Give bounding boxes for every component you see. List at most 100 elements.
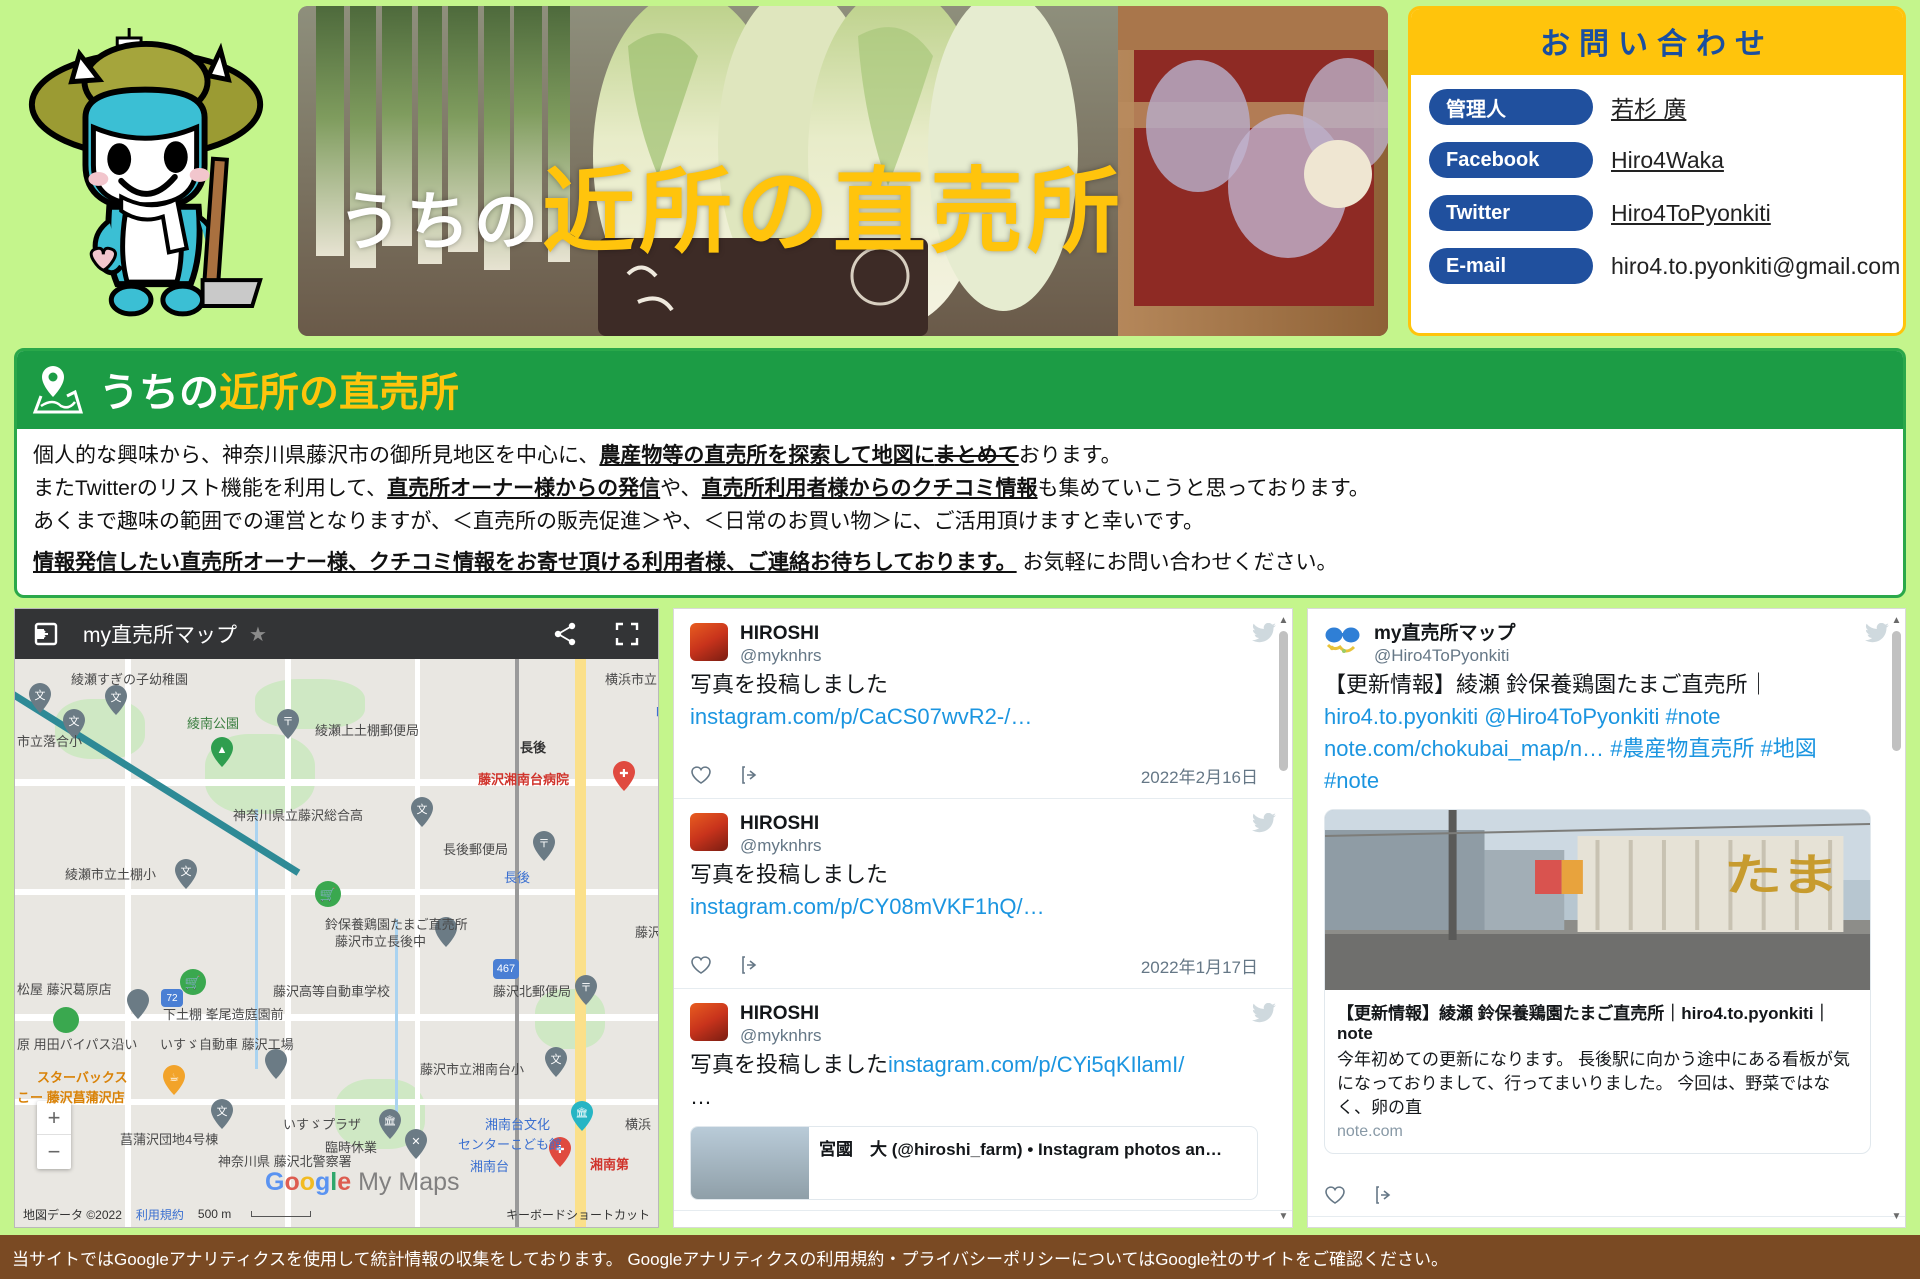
info-header: うちの近所の直売所 — [17, 351, 1903, 429]
scroll-thumb[interactable] — [1279, 631, 1288, 772]
like-icon[interactable] — [690, 764, 712, 786]
tweet-text: 写真を投稿しましたinstagram.com/p/CYi5qKIlamI/ … — [690, 1049, 1258, 1113]
banner-title-yellow: 近所の直売所 — [542, 160, 1124, 264]
like-icon[interactable] — [1324, 1184, 1346, 1206]
tweet-item[interactable]: my直売所マップ @Hiro4ToPyonkiti 【更新情報】綾瀬 鈴保養鶏園… — [1308, 609, 1905, 1218]
google-my-maps-widget[interactable]: my直売所マップ ★ 文 文 文 〒 ▲ ✚ 文 〒 文 🛒 🛒 〒 ☕ 文 文… — [14, 608, 659, 1229]
twitter-feed-hiroshi[interactable]: HIROSHI @myknhrs 写真を投稿しました instagram.com… — [673, 608, 1293, 1229]
info-line2-underline-2: 直売所利用者様からのクチコミ情報 — [701, 476, 1038, 500]
tweet-link-note[interactable]: note.com/chokubai_map/n… — [1324, 736, 1604, 761]
zoom-out-button[interactable]: − — [37, 1135, 71, 1169]
svg-text:🏛: 🏛 — [384, 1115, 397, 1127]
map-marker-post-office[interactable]: 〒 — [575, 975, 597, 1006]
map-marker-generic[interactable] — [127, 989, 149, 1020]
tweet-body: 写真を投稿しました — [690, 861, 889, 887]
logo-letter: G — [265, 1168, 285, 1197]
twitter-feed-mymap[interactable]: my直売所マップ @Hiro4ToPyonkiti 【更新情報】綾瀬 鈴保養鶏園… — [1307, 608, 1906, 1229]
map-marker-store[interactable]: 🛒 — [315, 881, 341, 908]
scroll-down-arrow[interactable]: ▼ — [1277, 1209, 1290, 1223]
tweet-hashtag-note[interactable]: #note — [1324, 768, 1379, 793]
avatar[interactable] — [690, 812, 728, 851]
map-place-label: 藤沢湘南台病院 — [478, 772, 570, 788]
contact-value-twitter: Hiro4ToPyonkiti — [1611, 200, 1771, 227]
tweet-author-name: my直売所マップ — [1374, 623, 1516, 645]
scroll-up-arrow[interactable]: ▲ — [1277, 613, 1290, 627]
feed-scrollbar[interactable]: ▲ ▼ — [1890, 613, 1903, 1223]
avatar[interactable] — [690, 623, 728, 662]
info-title: うちの近所の直売所 — [99, 360, 459, 418]
tweet-link[interactable]: instagram.com/p/CY08mVKF1hQ/… — [690, 894, 1045, 919]
svg-text:▲: ▲ — [217, 744, 228, 756]
map-marker-culture-center[interactable]: 🏛 — [571, 1101, 593, 1132]
scroll-thumb[interactable] — [1892, 631, 1901, 752]
map-marker-school[interactable]: 文 — [175, 859, 197, 890]
map-marker-generic[interactable] — [265, 1049, 287, 1080]
avatar[interactable] — [690, 1002, 728, 1041]
tweet-author-name: HIROSHI — [740, 1002, 820, 1024]
info-panel: うちの近所の直売所 個人的な興味から、神奈川県藤沢市の御所見地区を中心に、農産物… — [14, 348, 1906, 599]
star-icon[interactable]: ★ — [249, 622, 267, 647]
tweet-hashtags[interactable]: #農産物直売所 #地図 — [1610, 736, 1817, 761]
map-marker-post-office[interactable]: 〒 — [533, 831, 555, 862]
map-marker-hospital[interactable]: ✚ — [613, 761, 635, 792]
map-marker-generic[interactable]: ✕ — [405, 1129, 427, 1160]
twitter-link[interactable]: Hiro4ToPyonkiti — [1611, 200, 1771, 226]
open-in-new-icon[interactable] — [33, 621, 59, 647]
info-line2-mid: や、 — [660, 476, 702, 500]
contact-row-admin: 管理人 若杉 廣 — [1429, 89, 1885, 125]
tweet-header: HIROSHI @myknhrs — [690, 812, 1258, 857]
tweet-item[interactable]: HIROSHI @myknhrs 写真を投稿しました instagram.com… — [674, 799, 1292, 989]
tweet-item[interactable]: HIROSHI @myknhrs 写真を投稿しましたinstagram.com/… — [674, 989, 1292, 1212]
map-marker-school[interactable]: 文 — [29, 683, 51, 714]
scroll-down-arrow[interactable]: ▼ — [1890, 1209, 1903, 1223]
map-zoom-controls[interactable]: + − — [37, 1101, 71, 1170]
tweet-link-mention[interactable]: hiro4.to.pyonkiti @Hiro4ToPyonkiti #note — [1324, 704, 1721, 729]
tweet-link[interactable]: instagram.com/p/CYi5qKIlamI/ — [888, 1052, 1184, 1077]
map-marker-post-office[interactable]: 〒 — [277, 709, 299, 740]
map-marker-school[interactable]: 文 — [211, 1099, 233, 1130]
svg-text:🛒: 🛒 — [185, 975, 201, 990]
fullscreen-icon[interactable] — [614, 621, 640, 647]
twitter-bird-icon — [1252, 812, 1276, 833]
map-marker-cafe[interactable]: ☕ — [163, 1065, 185, 1096]
info-line4-underline: 情報発信したい直売所オーナー様、クチコミ情報をお寄せ頂ける利用者様、ご連絡お待ち… — [33, 551, 1017, 575]
tweet-item[interactable]: HIROSHI @myknhrs 写真を投稿しました instagram.com… — [674, 609, 1292, 799]
tweet-link[interactable]: instagram.com/p/CaCS07wvR2-/… — [690, 704, 1032, 729]
scroll-up-arrow[interactable]: ▲ — [1890, 613, 1903, 627]
map-terms-link[interactable]: 利用規約 — [136, 1206, 184, 1223]
share-tweet-icon[interactable] — [1374, 1184, 1396, 1206]
tweet-summary-card[interactable]: たま 【更新情報】綾瀬 鈴保養鶏園たまご直売所｜hiro4.to.pyonkit… — [1324, 808, 1871, 1155]
map-marker-school[interactable]: 文 — [545, 1047, 567, 1078]
share-icon[interactable] — [552, 621, 578, 647]
map-marker-school[interactable]: 文 — [105, 685, 127, 716]
share-tweet-icon[interactable] — [740, 954, 762, 976]
map-marker-park[interactable]: ▲ — [211, 737, 233, 768]
admin-link[interactable]: 若杉 廣 — [1611, 96, 1686, 122]
svg-text:☕: ☕ — [169, 1072, 179, 1084]
map-place-label: 藤沢市立湘南台小 — [420, 1062, 525, 1078]
share-tweet-icon[interactable] — [740, 764, 762, 786]
facebook-link[interactable]: Hiro4Waka — [1611, 147, 1724, 173]
contact-value-email: hiro4.to.pyonkiti@gmail.com — [1611, 252, 1901, 279]
map-place-label: 藤沢高等自動車学校 — [273, 984, 391, 1000]
svg-text:文: 文 — [417, 802, 428, 816]
map-marker-store[interactable] — [53, 1007, 79, 1034]
map-keyboard-shortcuts[interactable]: キーボードショートカット — [506, 1206, 650, 1223]
banner-title: うちの近所の直売所 — [338, 136, 1348, 271]
contact-row-twitter: Twitter Hiro4ToPyonkiti — [1429, 195, 1885, 231]
tweet-author-name: HIROSHI — [740, 623, 820, 645]
info-line2-a: またTwitterのリスト機能を利用して、 — [33, 476, 388, 500]
tweet-link-card[interactable]: 宮國 大 (@hiroshi_farm) • Instagram photos … — [690, 1126, 1258, 1201]
map-marker-museum[interactable]: 🏛 — [379, 1109, 401, 1140]
map-marker-school[interactable]: 文 — [411, 797, 433, 828]
avatar[interactable] — [1324, 623, 1362, 662]
info-line-1: 個人的な興味から、神奈川県藤沢市の御所見地区を中心に、農産物等の直売所を探索して… — [33, 441, 1887, 471]
like-icon[interactable] — [690, 954, 712, 976]
map-canvas[interactable]: 文 文 文 〒 ▲ ✚ 文 〒 文 🛒 🛒 〒 ☕ 文 文 🏛 � — [15, 659, 658, 1228]
contact-panel: お問い合わせ 管理人 若杉 廣 Facebook Hiro4Waka Twitt… — [1408, 6, 1906, 336]
tweet-body: 【更新情報】綾瀬 鈴保養鶏園たまご直売所｜ — [1324, 672, 1770, 698]
map-marker-store[interactable]: 🛒 — [180, 969, 206, 996]
contact-label-email: E-mail — [1429, 248, 1593, 284]
feed-scrollbar[interactable]: ▲ ▼ — [1277, 613, 1290, 1223]
zoom-in-button[interactable]: + — [37, 1101, 71, 1136]
